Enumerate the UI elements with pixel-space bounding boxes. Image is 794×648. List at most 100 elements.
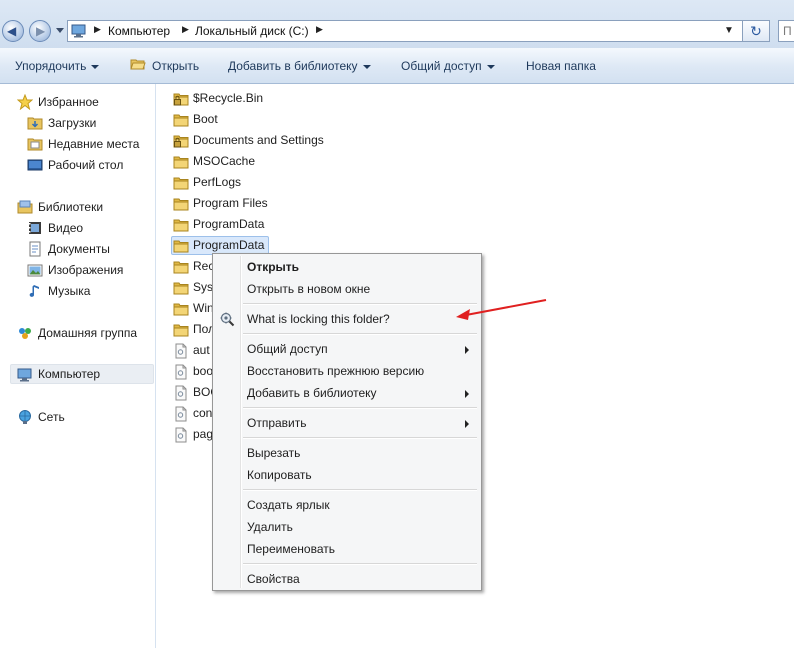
file-name-label: ProgramData — [193, 217, 265, 231]
breadcrumb-separator-icon[interactable]: ▶ — [182, 24, 189, 35]
nav-images-label: Изображения — [48, 263, 124, 277]
menu-item-open[interactable]: Открыть — [215, 256, 479, 278]
submenu-arrow-icon — [465, 420, 469, 428]
forward-button[interactable]: ▶ — [29, 20, 51, 42]
nav-libraries[interactable]: Библиотеки — [0, 197, 155, 217]
search-input[interactable]: П — [778, 20, 794, 42]
nav-homegroup[interactable]: Домашняя группа — [0, 323, 155, 343]
back-arrow-icon: ◀ — [7, 24, 17, 38]
chevron-down-icon — [362, 64, 371, 69]
file-name-label: ProgramData — [193, 238, 265, 252]
file-icon — [175, 364, 187, 380]
nav-video-label: Видео — [48, 221, 84, 235]
nav-computer[interactable]: Компьютер — [10, 364, 154, 384]
organize-button[interactable]: Упорядочить — [15, 59, 100, 73]
back-button[interactable]: ◀ — [2, 20, 24, 42]
nav-desktop-label: Рабочий стол — [48, 158, 124, 172]
nav-music[interactable]: Музыка — [0, 281, 155, 301]
recent-pages-dropdown-icon[interactable] — [56, 28, 64, 33]
share-button[interactable]: Общий доступ — [401, 59, 495, 73]
submenu-arrow-icon — [465, 390, 469, 398]
refresh-button[interactable]: ↻ — [743, 20, 770, 42]
file-icon — [175, 385, 187, 401]
nav-documents[interactable]: Документы — [0, 239, 155, 259]
menu-item-create-shortcut[interactable]: Создать ярлык — [215, 494, 479, 516]
menu-separator — [243, 333, 477, 335]
menu-item-add-to-library-label: Добавить в библиотеку — [247, 386, 377, 400]
address-field[interactable]: ▶ Компьютер ▶ Локальный диск (C:) ▶ ▼ — [67, 20, 743, 42]
menu-item-delete[interactable]: Удалить — [215, 516, 479, 538]
menu-item-copy[interactable]: Копировать — [215, 464, 479, 486]
file-name-label: pag — [193, 427, 214, 441]
menu-separator — [243, 407, 477, 409]
nav-favorites[interactable]: Избранное — [0, 92, 155, 112]
menu-item-add-to-library[interactable]: Добавить в библиотеку — [215, 382, 479, 404]
address-dropdown-icon[interactable]: ▼ — [724, 25, 734, 36]
menu-item-restore-previous-label: Восстановить прежнюю версию — [247, 364, 425, 378]
music-note-icon — [29, 285, 39, 297]
folder-icon — [173, 198, 189, 211]
add-to-library-button[interactable]: Добавить в библиотеку — [228, 59, 371, 73]
nav-recent[interactable]: Недавние места — [0, 134, 155, 154]
folder-icon — [173, 261, 189, 274]
menu-item-copy-label: Копировать — [247, 468, 312, 482]
menu-separator — [243, 437, 477, 439]
breadcrumb-separator-icon[interactable]: ▶ — [316, 24, 323, 35]
forward-arrow-icon: ▶ — [36, 24, 46, 38]
file-name-label: Program Files — [193, 196, 268, 210]
menu-item-send-to-label: Отправить — [247, 416, 307, 430]
folder-icon — [173, 303, 189, 316]
menu-item-delete-label: Удалить — [247, 520, 293, 534]
downloads-folder-icon — [27, 117, 43, 130]
navigation-pane: Избранное Загрузки Недавние места Рабочи… — [0, 84, 156, 648]
star-icon — [17, 94, 33, 110]
nav-desktop[interactable]: Рабочий стол — [0, 155, 155, 175]
menu-item-rename[interactable]: Переименовать — [215, 538, 479, 560]
folder-icon — [173, 240, 189, 253]
breadcrumb-computer[interactable]: Компьютер — [108, 24, 170, 38]
file-name-label: $Recycle.Bin — [193, 91, 264, 105]
nav-network[interactable]: Сеть — [0, 407, 155, 427]
breadcrumb-local-disk[interactable]: Локальный диск (C:) — [195, 24, 309, 38]
file-icon — [175, 343, 187, 359]
menu-item-open-new-window[interactable]: Открыть в новом окне — [215, 278, 479, 300]
new-folder-button[interactable]: Новая папка — [526, 59, 596, 73]
menu-item-share-label: Общий доступ — [247, 342, 328, 356]
menu-item-cut[interactable]: Вырезать — [215, 442, 479, 464]
file-name-label: MSOCache — [193, 154, 256, 168]
menu-item-restore-previous[interactable]: Восстановить прежнюю версию — [215, 360, 479, 382]
nav-video[interactable]: Видео — [0, 218, 155, 238]
menu-item-send-to[interactable]: Отправить — [215, 412, 479, 434]
images-icon — [27, 264, 43, 277]
computer-icon — [71, 24, 86, 38]
menu-item-what-is-locking[interactable]: What is locking this folder? — [215, 308, 479, 330]
nav-music-label: Музыка — [48, 284, 91, 298]
folder-icon — [173, 282, 189, 295]
locked-folder-icon — [173, 135, 189, 148]
breadcrumb-separator-icon[interactable]: ▶ — [94, 24, 101, 35]
file-name-label: aut — [193, 343, 210, 357]
submenu-arrow-icon — [465, 346, 469, 354]
file-name-label: boo — [193, 364, 214, 378]
menu-item-cut-label: Вырезать — [247, 446, 301, 460]
menu-item-rename-label: Переименовать — [247, 542, 335, 556]
nav-images[interactable]: Изображения — [0, 260, 155, 280]
menu-item-what-is-locking-label: What is locking this folder? — [247, 312, 390, 326]
open-button[interactable]: Открыть — [152, 59, 199, 73]
desktop-icon — [27, 159, 43, 171]
recent-places-icon — [27, 138, 43, 151]
menu-item-open-label: Открыть — [247, 260, 300, 274]
menu-item-properties[interactable]: Свойства — [215, 568, 479, 590]
menu-item-create-shortcut-label: Создать ярлык — [247, 498, 330, 512]
nav-favorites-label: Избранное — [38, 95, 99, 109]
folder-icon — [173, 219, 189, 232]
file-name-label: Documents and Settings — [193, 133, 324, 147]
folder-icon — [173, 177, 189, 190]
add-to-library-label: Добавить в библиотеку — [228, 59, 358, 73]
menu-item-share[interactable]: Общий доступ — [215, 338, 479, 360]
chevron-down-icon — [486, 64, 495, 69]
network-icon — [19, 410, 31, 424]
file-icon — [175, 406, 187, 422]
nav-downloads[interactable]: Загрузки — [0, 113, 155, 133]
menu-item-properties-label: Свойства — [247, 572, 300, 586]
